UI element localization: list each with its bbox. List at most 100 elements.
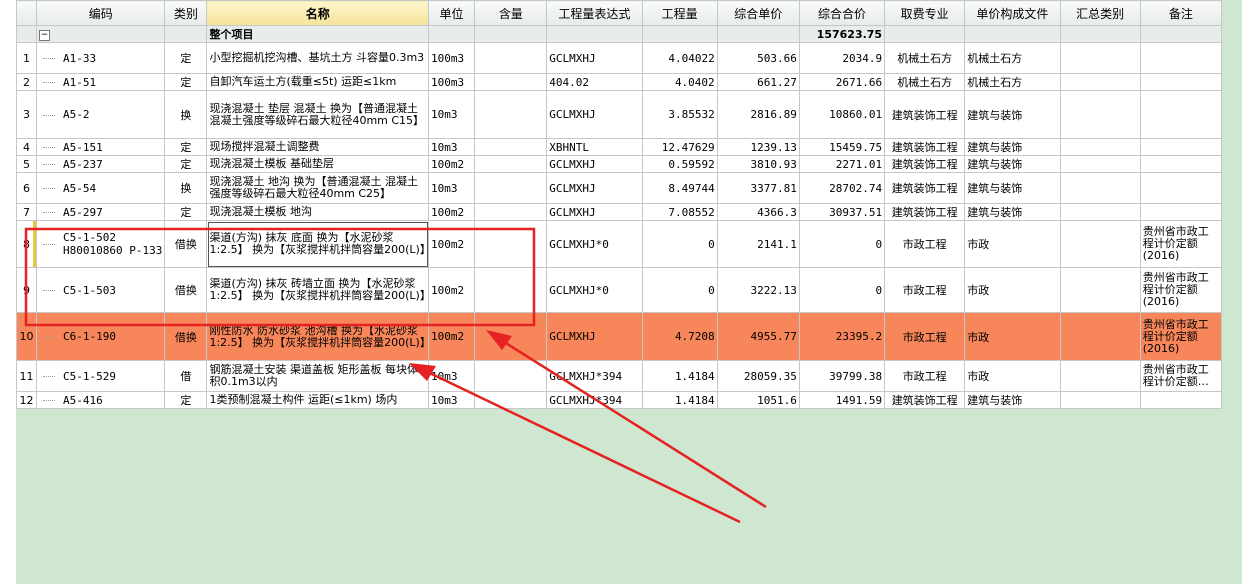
row-unit[interactable]: 10m3 [427, 391, 476, 409]
row-unit-price[interactable]: 4955.77 [716, 312, 800, 361]
row-quantity[interactable]: 1.4184 [641, 360, 718, 392]
col-header-code[interactable]: 编码 [36, 0, 166, 26]
col-header-fee-category[interactable]: 取费专业 [884, 0, 966, 26]
row-remarks[interactable] [1139, 90, 1223, 139]
row-total-price[interactable]: 0 [798, 267, 886, 313]
col-header-unit[interactable]: 单位 [427, 0, 476, 26]
row-unit[interactable]: 100m2 [427, 155, 476, 173]
row-quantity[interactable]: 4.04022 [641, 42, 718, 74]
row-content[interactable] [474, 73, 548, 91]
row-number[interactable]: 3 [15, 90, 38, 139]
row-unit[interactable]: 100m2 [427, 220, 476, 268]
row-remarks[interactable]: 贵州省市政工程计价定额(2016) [1139, 312, 1223, 361]
row-code[interactable]: A1-33 [36, 42, 166, 74]
collapse-toggle-icon[interactable]: − [39, 30, 51, 41]
col-header-total-price[interactable]: 综合合价 [798, 0, 886, 26]
row-content[interactable] [474, 220, 548, 268]
row-unit-price[interactable]: 2141.1 [716, 220, 800, 268]
row-price-file[interactable]: 建筑与装饰 [964, 203, 1061, 221]
row-type[interactable]: 定 [164, 73, 208, 91]
row-number[interactable]: 4 [15, 138, 38, 156]
row-price-file[interactable]: 市政 [964, 360, 1061, 392]
row-summary-category[interactable] [1059, 90, 1141, 139]
row-quantity[interactable]: 8.49744 [641, 172, 718, 204]
row-type[interactable]: 换 [164, 90, 208, 139]
row-summary-category[interactable] [1059, 203, 1141, 221]
row-content[interactable] [474, 391, 548, 409]
row-fee-category[interactable]: 市政工程 [884, 360, 966, 392]
col-header-type[interactable]: 类别 [164, 0, 208, 26]
row-summary-category[interactable] [1059, 73, 1141, 91]
row-content[interactable] [474, 155, 548, 173]
row-number[interactable]: 2 [15, 73, 38, 91]
row-name[interactable]: 刚性防水 防水砂浆 池沟槽 换为【水泥砂浆 1:2.5】 换为【灰浆搅拌机拌筒容… [206, 312, 429, 361]
row-type[interactable]: 定 [164, 391, 208, 409]
row-quantity[interactable]: 1.4184 [641, 391, 718, 409]
row-total-price[interactable]: 10860.01 [798, 90, 886, 139]
row-number[interactable]: 7 [15, 203, 38, 221]
row-name[interactable]: 1类预制混凝土构件 运距(≤1km) 场内 [206, 391, 429, 409]
row-price-file[interactable]: 建筑与装饰 [964, 391, 1061, 409]
col-header-unit-price[interactable]: 综合单价 [716, 0, 800, 26]
row-fee-category[interactable]: 机械土石方 [884, 42, 966, 74]
row-expression[interactable]: GCLMXHJ*0 [546, 220, 643, 268]
row-unit-price[interactable]: 28059.35 [716, 360, 800, 392]
row-number[interactable]: 5 [15, 155, 38, 173]
row-unit-price[interactable]: 2816.89 [716, 90, 800, 139]
row-type[interactable]: 换 [164, 172, 208, 204]
row-code[interactable]: A5-297 [36, 203, 166, 221]
row-content[interactable] [474, 267, 548, 313]
row-type[interactable]: 借 [164, 360, 208, 392]
row-type[interactable]: 定 [164, 42, 208, 74]
row-unit[interactable]: 100m2 [427, 267, 476, 313]
row-expression[interactable]: GCLMXHJ*0 [546, 267, 643, 313]
row-number[interactable]: 1 [15, 42, 38, 74]
row-summary-category[interactable] [1059, 138, 1141, 156]
row-price-file[interactable]: 机械土石方 [964, 73, 1061, 91]
row-unit-price[interactable]: 661.27 [716, 73, 800, 91]
row-summary-category[interactable] [1059, 155, 1141, 173]
row-content[interactable] [474, 172, 548, 204]
row-remarks[interactable] [1139, 172, 1223, 204]
row-summary-category[interactable] [1059, 220, 1141, 268]
row-fee-category[interactable]: 建筑装饰工程 [884, 203, 966, 221]
row-summary-category[interactable] [1059, 312, 1141, 361]
row-number[interactable]: 10 [15, 312, 38, 361]
row-unit-price[interactable]: 3377.81 [716, 172, 800, 204]
row-unit[interactable]: 100m2 [427, 203, 476, 221]
row-name[interactable]: 现场搅拌混凝土调整费 [206, 138, 429, 156]
row-fee-category[interactable]: 建筑装饰工程 [884, 155, 966, 173]
row-name[interactable]: 钢筋混凝土安装 渠道盖板 矩形盖板 每块体积0.1m3以内 [206, 360, 429, 392]
row-fee-category[interactable]: 建筑装饰工程 [884, 172, 966, 204]
col-header-expression[interactable]: 工程量表达式 [546, 0, 643, 26]
row-fee-category[interactable]: 建筑装饰工程 [884, 391, 966, 409]
row-type[interactable]: 借换 [164, 220, 208, 268]
row-expression[interactable]: GCLMXHJ [546, 172, 643, 204]
row-price-file[interactable]: 市政 [964, 267, 1061, 313]
row-remarks[interactable] [1139, 73, 1223, 91]
row-name[interactable]: 渠道(方沟) 抹灰 砖墙立面 换为【水泥砂浆 1:2.5】 换为【灰浆搅拌机拌筒… [206, 267, 429, 313]
row-unit[interactable]: 100m3 [427, 73, 476, 91]
row-code[interactable]: C5-1-529 [36, 360, 166, 392]
row-total-price[interactable]: 2271.01 [798, 155, 886, 173]
row-expression[interactable]: GCLMXHJ [546, 42, 643, 74]
row-total-price[interactable]: 15459.75 [798, 138, 886, 156]
row-code[interactable]: A5-2 [36, 90, 166, 139]
row-quantity[interactable]: 0 [641, 267, 718, 313]
row-quantity[interactable]: 0 [641, 220, 718, 268]
row-remarks[interactable] [1139, 42, 1223, 74]
row-total-price[interactable]: 1491.59 [798, 391, 886, 409]
row-price-file[interactable]: 建筑与装饰 [964, 138, 1061, 156]
col-header-name[interactable]: 名称 [206, 0, 429, 26]
row-code[interactable]: C5-1-502 H80010860 P-133 [36, 220, 166, 268]
col-header-content[interactable]: 含量 [474, 0, 548, 26]
row-unit[interactable]: 10m3 [427, 90, 476, 139]
row-price-file[interactable]: 建筑与装饰 [964, 172, 1061, 204]
col-header-index[interactable] [15, 0, 38, 26]
row-unit[interactable]: 100m3 [427, 42, 476, 74]
row-name[interactable]: 现浇混凝土模板 基础垫层 [206, 155, 429, 173]
table-row[interactable]: 6 A5-54 换现浇混凝土 地沟 换为【普通混凝土 混凝土强度等级碎石最大粒径40… [15, 172, 1223, 204]
row-unit-price[interactable]: 1239.13 [716, 138, 800, 156]
row-total-price[interactable]: 28702.74 [798, 172, 886, 204]
row-type[interactable]: 定 [164, 138, 208, 156]
